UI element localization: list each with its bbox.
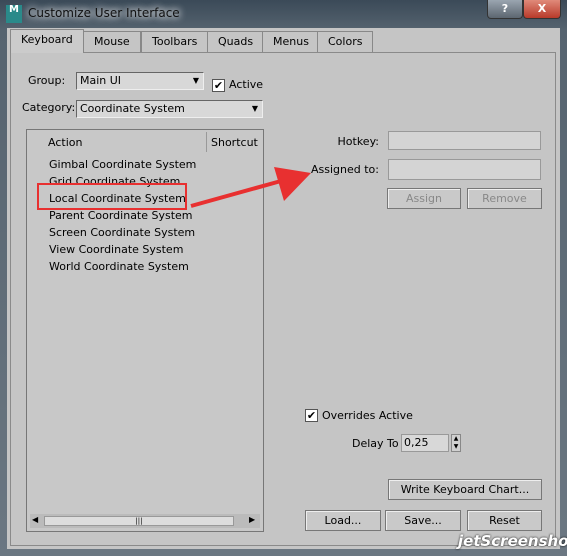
scroll-right-icon[interactable]: ▶ [249, 515, 255, 524]
overrides-checkbox[interactable]: ✔ [305, 409, 318, 422]
window-frame: M Customize User Interface ? X Keyboard … [0, 0, 567, 556]
group-label: Group: [28, 74, 66, 87]
overrides-label: Overrides Active [322, 409, 413, 422]
delay-label: Delay To [352, 437, 399, 450]
close-button[interactable]: X [523, 0, 561, 19]
remove-button[interactable]: Remove [467, 188, 542, 209]
list-item[interactable]: Screen Coordinate System [49, 224, 195, 241]
keyboard-panel: Group: Main UI ▼ ✔ Active Category: Coord… [10, 52, 556, 546]
tab-menus[interactable]: Menus [262, 31, 320, 52]
tab-keyboard[interactable]: Keyboard [10, 29, 84, 53]
horizontal-scrollbar[interactable]: ◀ ||| ▶ [30, 514, 260, 528]
annotation-arrow [190, 167, 311, 208]
app-icon: M [6, 5, 22, 23]
group-select[interactable]: Main UI ▼ [76, 72, 204, 90]
list-item[interactable]: View Coordinate System [49, 241, 183, 258]
load-button[interactable]: Load... [305, 510, 381, 531]
list-item[interactable]: World Coordinate System [49, 258, 189, 275]
assign-button[interactable]: Assign [387, 188, 461, 209]
window-title: Customize User Interface [28, 6, 180, 20]
assigned-input[interactable] [388, 159, 541, 180]
column-shortcut[interactable]: Shortcut [211, 133, 258, 152]
dialog-client: Keyboard Mouse Toolbars Quads Menus Colo… [7, 28, 560, 549]
group-value: Main UI [80, 74, 122, 87]
watermark: jetScreenshot [458, 532, 567, 550]
column-action[interactable]: Action [48, 133, 82, 152]
tab-mouse[interactable]: Mouse [83, 31, 141, 52]
delay-input[interactable]: 0,25 [401, 434, 449, 452]
chevron-down-icon: ▼ [251, 104, 258, 113]
active-checkbox[interactable]: ✔ [212, 79, 225, 92]
chevron-down-icon: ▼ [192, 76, 199, 85]
scroll-left-icon[interactable]: ◀ [32, 515, 38, 524]
list-item[interactable]: Gimbal Coordinate System [49, 156, 196, 173]
delay-spinner[interactable]: ▲ ▼ [451, 434, 461, 452]
tab-colors[interactable]: Colors [317, 31, 374, 52]
assigned-label: Assigned to: [311, 163, 379, 176]
help-button[interactable]: ? [487, 0, 523, 19]
scroll-thumb[interactable]: ||| [44, 516, 234, 526]
reset-button[interactable]: Reset [467, 510, 542, 531]
category-value: Coordinate System [80, 102, 185, 115]
hotkey-input[interactable] [388, 131, 541, 150]
category-select[interactable]: Coordinate System ▼ [76, 100, 263, 118]
title-bar[interactable]: M Customize User Interface ? X [0, 0, 567, 28]
tab-toolbars[interactable]: Toolbars [141, 31, 209, 52]
column-divider[interactable] [206, 132, 207, 152]
category-label: Category: [22, 101, 76, 114]
write-keyboard-chart-button[interactable]: Write Keyboard Chart... [388, 479, 542, 500]
hotkey-label: Hotkey: [337, 135, 379, 148]
highlight-box [37, 183, 187, 210]
tab-quads[interactable]: Quads [207, 31, 265, 52]
active-label: Active [229, 78, 264, 91]
save-button[interactable]: Save... [385, 510, 461, 531]
